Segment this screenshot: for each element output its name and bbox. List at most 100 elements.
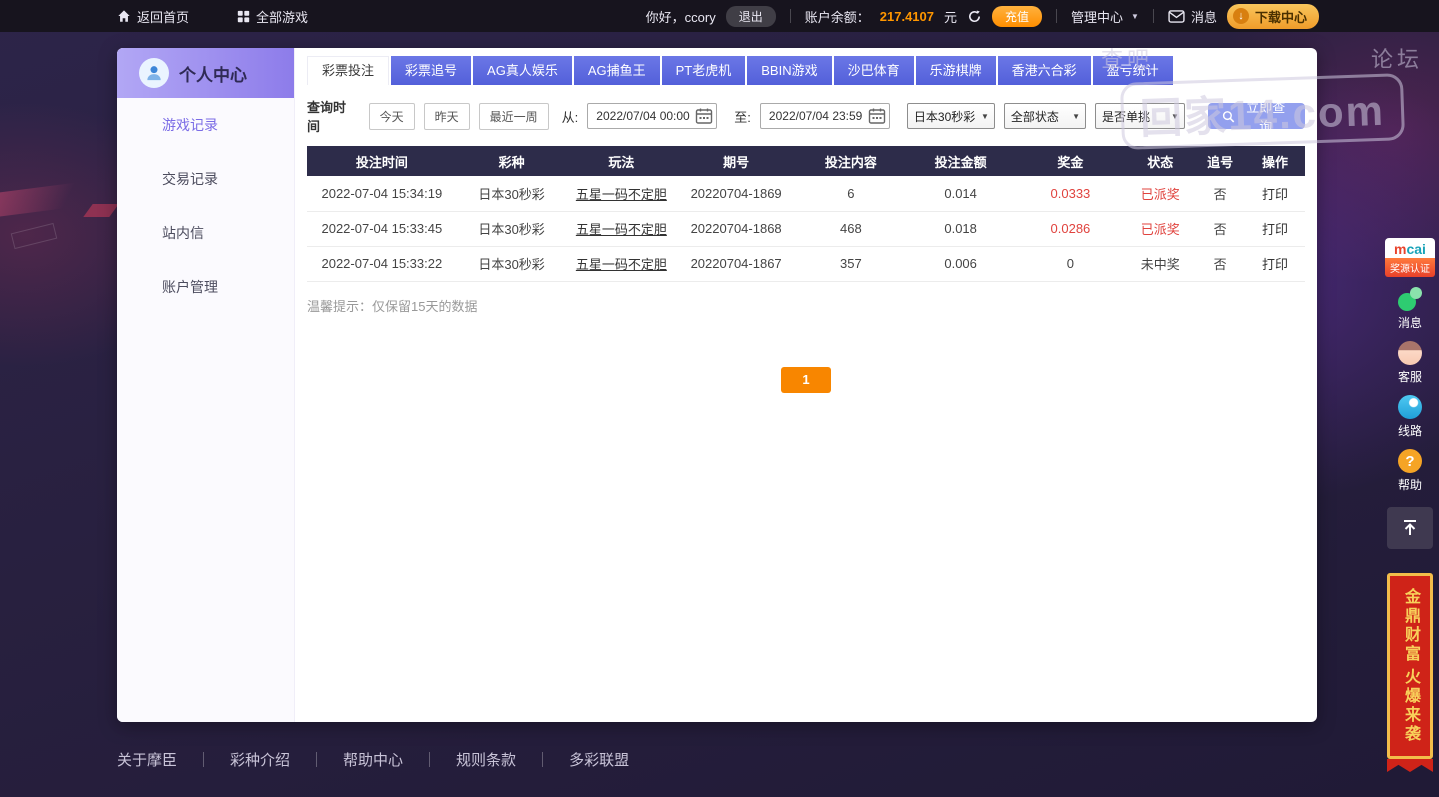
tab-bbin-games[interactable]: BBIN游戏 xyxy=(747,56,831,85)
recharge-button[interactable]: 充值 xyxy=(992,6,1042,27)
tab-ag-live[interactable]: AG真人娱乐 xyxy=(473,56,572,85)
bet-content-cell: 6 xyxy=(796,176,906,211)
main-card: 个人中心 游戏记录 交易记录 站内信 账户管理 彩票投注 彩票追号 AG真人娱乐… xyxy=(117,48,1317,722)
page-button-1[interactable]: 1 xyxy=(781,367,831,393)
header-action: 操作 xyxy=(1245,146,1305,176)
background-streak-decoration xyxy=(83,204,118,217)
mcai-logo-m: m xyxy=(1394,241,1406,257)
status-cell: 已派奖 xyxy=(1125,211,1195,246)
question-mark-icon: ? xyxy=(1398,449,1422,473)
footer-divider xyxy=(542,752,543,767)
promo-banner[interactable]: 金鼎财富 火爆来袭 xyxy=(1387,573,1433,759)
header-lottery: 彩种 xyxy=(457,146,567,176)
tab-ag-fishing[interactable]: AG捕鱼王 xyxy=(574,56,660,85)
home-link[interactable]: 返回首页 xyxy=(117,7,189,26)
play-link[interactable]: 五星一码不定胆 xyxy=(566,246,676,281)
user-greeting: 你好，ccory xyxy=(646,7,716,26)
download-center-button[interactable]: ↓ 下载中心 xyxy=(1227,4,1319,29)
date-from-field xyxy=(587,103,717,129)
back-to-top-button[interactable] xyxy=(1387,507,1433,549)
sidebar-item-game-records[interactable]: 游戏记录 xyxy=(117,98,294,152)
filter-bar: 查询时间 今天 昨天 最近一周 从: 至: 日本30秒彩 ▼ 全部状态 ▼ xyxy=(307,97,1305,135)
table-row: 2022-07-04 15:34:19 日本30秒彩 五星一码不定胆 20220… xyxy=(307,176,1305,211)
admin-center-menu[interactable]: 管理中心 ▼ xyxy=(1071,7,1139,26)
float-customer-service-label: 客服 xyxy=(1398,368,1422,385)
lottery-type-select[interactable]: 日本30秒彩 ▼ xyxy=(907,103,995,129)
tab-pt-slots[interactable]: PT老虎机 xyxy=(662,56,746,85)
background-outline-decoration xyxy=(11,223,58,249)
footer-link-alliance[interactable]: 多彩联盟 xyxy=(569,749,629,770)
record-tabs: 彩票投注 彩票追号 AG真人娱乐 AG捕鱼王 PT老虎机 BBIN游戏 沙巴体育… xyxy=(307,56,1305,85)
header-chase: 追号 xyxy=(1195,146,1245,176)
sidebar-item-inbox[interactable]: 站内信 xyxy=(117,206,294,260)
footer-link-about[interactable]: 关于摩臣 xyxy=(117,749,177,770)
prize-cell: 0.0333 xyxy=(1016,176,1126,211)
from-label: 从: xyxy=(562,107,579,126)
float-help-label: 帮助 xyxy=(1398,476,1422,493)
all-games-link[interactable]: 全部游戏 xyxy=(237,7,308,26)
topbar-divider xyxy=(1153,9,1154,23)
topbar: 返回首页 全部游戏 你好，ccory 退出 账户余额： 217.4107 元 充… xyxy=(0,0,1439,32)
quick-filter-last-week[interactable]: 最近一周 xyxy=(479,103,549,130)
refresh-balance-icon[interactable] xyxy=(967,9,982,24)
prize-cell: 0 xyxy=(1016,246,1126,281)
float-help-button[interactable]: ? 帮助 xyxy=(1385,449,1435,493)
bet-time-cell: 2022-07-04 15:33:22 xyxy=(307,246,457,281)
sidebar-item-account-management[interactable]: 账户管理 xyxy=(117,260,294,314)
tab-profit-stats[interactable]: 盈亏统计 xyxy=(1093,56,1173,85)
cert-label: 奖源认证 xyxy=(1385,258,1435,277)
messages-label: 消息 xyxy=(1191,7,1217,26)
sidebar-item-transaction-records[interactable]: 交易记录 xyxy=(117,152,294,206)
quick-filter-yesterday[interactable]: 昨天 xyxy=(424,103,470,130)
sidebar: 个人中心 游戏记录 交易记录 站内信 账户管理 xyxy=(117,48,295,722)
messages-bubbles-icon xyxy=(1398,287,1422,311)
tab-leyou-chess[interactable]: 乐游棋牌 xyxy=(916,56,996,85)
chevron-down-icon: ▼ xyxy=(1131,12,1139,21)
download-icon: ↓ xyxy=(1233,8,1249,24)
lottery-cell: 日本30秒彩 xyxy=(457,176,567,211)
admin-center-label: 管理中心 xyxy=(1071,7,1123,26)
tab-saba-sports[interactable]: 沙巴体育 xyxy=(834,56,914,85)
lottery-cert-badge[interactable]: mcai 奖源认证 xyxy=(1385,238,1435,277)
header-bet-amount: 投注金额 xyxy=(906,146,1016,176)
sidebar-header: 个人中心 xyxy=(117,48,294,98)
play-link[interactable]: 五星一码不定胆 xyxy=(566,176,676,211)
bet-amount-cell: 0.018 xyxy=(906,211,1016,246)
to-label: 至: xyxy=(734,107,751,126)
tab-hk-mark-six[interactable]: 香港六合彩 xyxy=(998,56,1091,85)
quick-filter-today[interactable]: 今天 xyxy=(369,103,415,130)
print-link[interactable]: 打印 xyxy=(1245,246,1305,281)
topbar-divider xyxy=(790,9,791,23)
calendar-icon[interactable] xyxy=(695,107,713,125)
tab-lottery-chase[interactable]: 彩票追号 xyxy=(391,56,471,85)
sidebar-title: 个人中心 xyxy=(179,61,247,86)
sidebar-nav: 游戏记录 交易记录 站内信 账户管理 xyxy=(117,98,294,314)
play-link[interactable]: 五星一码不定胆 xyxy=(566,211,676,246)
tab-lottery-bets[interactable]: 彩票投注 xyxy=(307,56,389,85)
table-row: 2022-07-04 15:33:22 日本30秒彩 五星一码不定胆 20220… xyxy=(307,246,1305,281)
header-play: 玩法 xyxy=(566,146,676,176)
messages-link[interactable]: 消息 xyxy=(1168,7,1217,26)
float-customer-service-button[interactable]: 客服 xyxy=(1385,341,1435,385)
float-messages-button[interactable]: 消息 xyxy=(1385,287,1435,331)
logout-button[interactable]: 退出 xyxy=(726,6,776,27)
footer-link-rules[interactable]: 规则条款 xyxy=(456,749,516,770)
status-cell: 已派奖 xyxy=(1125,176,1195,211)
print-link[interactable]: 打印 xyxy=(1245,176,1305,211)
header-bet-time: 投注时间 xyxy=(307,146,457,176)
date-to-field xyxy=(760,103,890,129)
print-link[interactable]: 打印 xyxy=(1245,211,1305,246)
single-pick-value: 是否单挑 xyxy=(1102,108,1150,125)
issue-cell: 20220704-1869 xyxy=(676,176,796,211)
search-button[interactable]: 立即查询 xyxy=(1208,103,1305,129)
footer-link-help-center[interactable]: 帮助中心 xyxy=(343,749,403,770)
topbar-right: 你好，ccory 退出 账户余额： 217.4107 元 充值 管理中心 ▼ 消… xyxy=(646,4,1319,29)
calendar-icon[interactable] xyxy=(868,107,886,125)
promo-banner-line2: 火爆来袭 xyxy=(1398,668,1422,744)
lottery-type-value: 日本30秒彩 xyxy=(914,108,975,125)
footer-link-lottery-intro[interactable]: 彩种介绍 xyxy=(230,749,290,770)
single-pick-select[interactable]: 是否单挑 ▼ xyxy=(1095,103,1185,129)
download-center-label: 下载中心 xyxy=(1255,7,1307,26)
float-lines-button[interactable]: 线路 xyxy=(1385,395,1435,439)
status-select[interactable]: 全部状态 ▼ xyxy=(1004,103,1086,129)
